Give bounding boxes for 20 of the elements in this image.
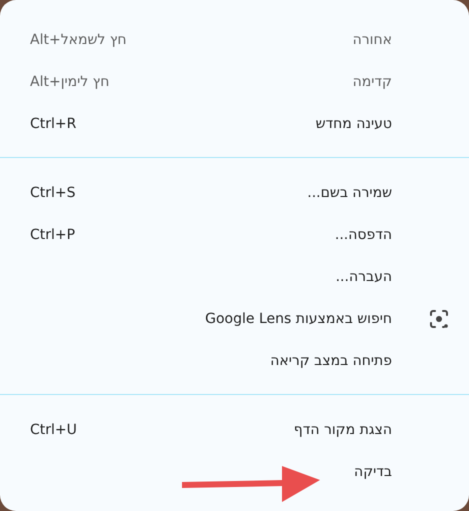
menu-item-label: הצגת מקור הדף [294,422,392,438]
shortcut-label: Ctrl+R [30,116,76,132]
menu-item-label: פתיחה במצב קריאה [270,353,392,369]
menu-item[interactable]: בדיקה [0,451,469,493]
menu-item-label: קדימה [352,74,392,90]
menu-item-label: בדיקה [354,464,392,480]
menu-item-label: אחורה [352,32,392,48]
menu-item[interactable]: פתיחה במצב קריאה [0,340,469,382]
menu-item[interactable]: חיפוש באמצעות Google Lens [0,298,469,340]
menu-item-label: חיפוש באמצעות Google Lens [205,311,392,327]
menu-item[interactable]: העברה... [0,256,469,298]
shortcut-label: Ctrl+S [30,185,76,201]
menu-item-label: שמירה בשם... [307,185,392,201]
menu-item-label: הדפסה... [334,227,392,243]
shortcut-label: Alt+חץ לשמאל [30,32,127,48]
menu-item-label: טעינה מחדש [316,116,392,132]
shortcut-label: Ctrl+P [30,227,76,243]
menu-item-label: העברה... [336,269,392,285]
shortcut-label: Ctrl+U [30,422,77,438]
shortcut-label: Alt+חץ לימין [30,74,110,90]
